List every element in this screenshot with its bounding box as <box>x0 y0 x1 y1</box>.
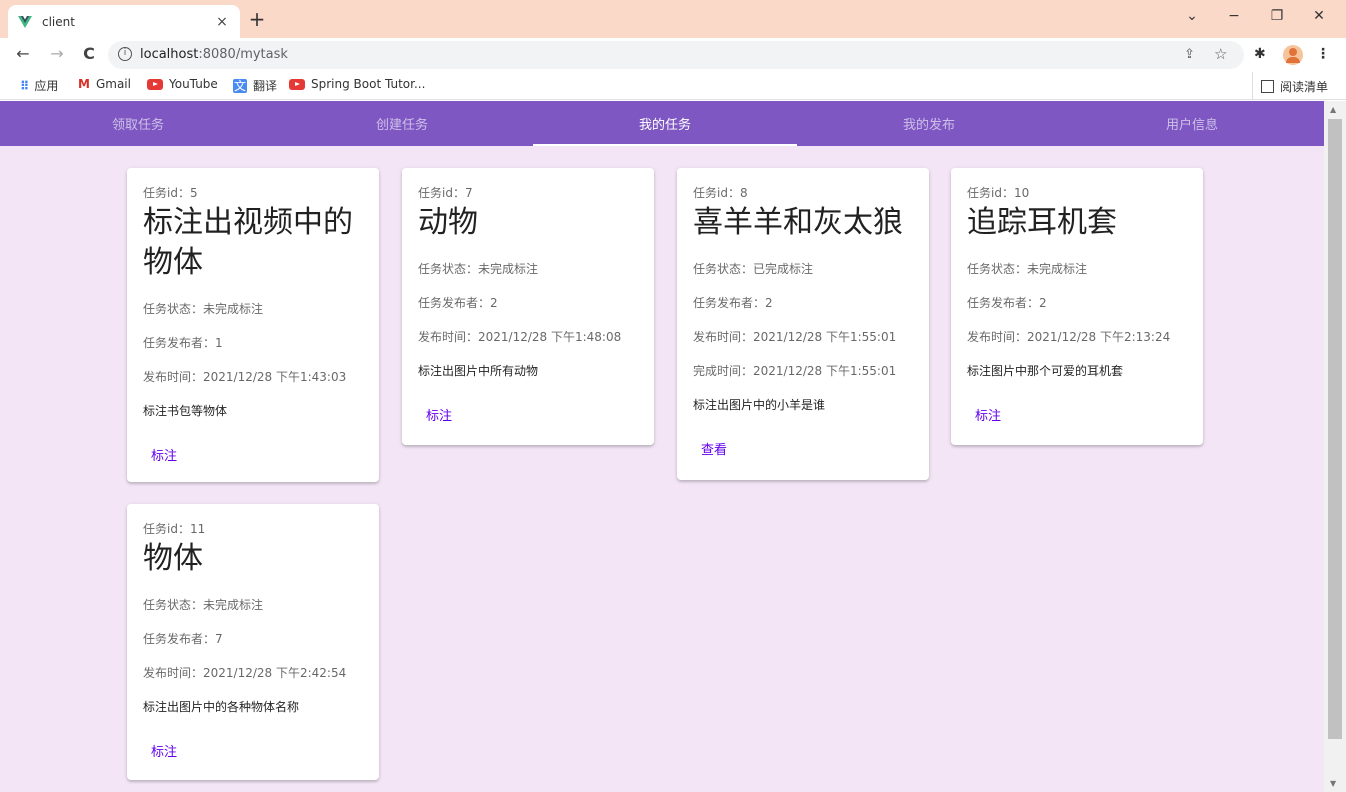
tab-create-task[interactable]: 创建任务 <box>270 101 534 146</box>
task-title: 喜羊羊和灰太狼 <box>693 205 903 240</box>
forward-button[interactable]: → <box>46 44 68 63</box>
task-description: 标注书包等物体 <box>143 404 228 418</box>
bookmark-label: 翻译 <box>253 79 278 93</box>
task-status: 任务状态：未完成标注 <box>143 302 264 316</box>
share-icon[interactable]: ⇪ <box>1184 47 1195 62</box>
task-title: 物体 <box>143 541 203 576</box>
task-card: 任务id：10 追踪耳机套 任务状态：未完成标注 任务发布者：2 发布时间：20… <box>951 168 1203 445</box>
task-status: 任务状态：未完成标注 <box>967 262 1088 276</box>
bookmarks-bar: ⠿ 应用 M Gmail YouTube 文 翻译 Spring Boot Tu… <box>0 72 1346 100</box>
bookmark-spring-boot[interactable]: Spring Boot Tutor... <box>289 77 425 91</box>
browser-tab[interactable]: client × <box>8 5 240 38</box>
extensions-icon[interactable]: ✱ <box>1254 46 1266 62</box>
vue-logo-icon <box>18 15 32 29</box>
task-publish-time: 发布时间：2021/12/28 下午1:43:03 <box>143 370 347 384</box>
youtube-icon <box>147 78 163 90</box>
back-button[interactable]: ← <box>12 44 34 63</box>
task-list: 任务id：5 标注出视频中的物体 任务状态：未完成标注 任务发布者：1 发布时间… <box>0 146 1324 792</box>
task-publisher: 任务发布者：2 <box>418 296 498 310</box>
task-publish-time: 发布时间：2021/12/28 下午1:55:01 <box>693 330 897 344</box>
annotate-button[interactable]: 标注 <box>151 741 177 760</box>
bookmark-label: 应用 <box>34 79 59 93</box>
new-tab-button[interactable]: + <box>247 9 267 29</box>
bookmark-gmail[interactable]: M Gmail <box>78 77 131 91</box>
tab-user-info[interactable]: 用户信息 <box>1060 101 1324 146</box>
tab-my-published[interactable]: 我的发布 <box>797 101 1061 146</box>
task-id: 任务id：11 <box>143 522 206 536</box>
scroll-up-icon[interactable]: ▲ <box>1330 105 1336 114</box>
task-status: 任务状态：未完成标注 <box>418 262 539 276</box>
translate-icon: 文 <box>233 78 247 93</box>
page-scrollbar[interactable]: ▲ ▼ <box>1324 101 1346 792</box>
browser-menu-icon[interactable]: ⋮ <box>1316 46 1330 62</box>
close-window-button[interactable]: ✕ <box>1307 8 1331 24</box>
task-publish-time: 发布时间：2021/12/28 下午2:42:54 <box>143 666 347 680</box>
task-publisher: 任务发布者：2 <box>693 296 773 310</box>
bookmark-label: YouTube <box>169 77 218 91</box>
tab-claim-task[interactable]: 领取任务 <box>6 101 270 146</box>
task-title: 追踪耳机套 <box>967 205 1117 240</box>
task-publisher: 任务发布者：1 <box>143 336 223 350</box>
task-title: 标注出视频中的物体 <box>143 205 353 280</box>
scroll-down-icon[interactable]: ▼ <box>1330 779 1336 788</box>
youtube-icon <box>289 78 305 90</box>
bookmark-apps[interactable]: ⠿ 应用 <box>20 77 58 94</box>
task-publish-time: 发布时间：2021/12/28 下午1:48:08 <box>418 330 622 344</box>
task-id: 任务id：7 <box>418 186 473 200</box>
task-status: 任务状态：已完成标注 <box>693 262 814 276</box>
url-host: localhost <box>140 47 199 62</box>
task-card: 任务id：7 动物 任务状态：未完成标注 任务发布者：2 发布时间：2021/1… <box>402 168 654 445</box>
tab-title: client <box>42 14 75 29</box>
minimize-button[interactable]: − <box>1222 8 1246 24</box>
task-description: 标注图片中那个可爱的耳机套 <box>967 364 1124 378</box>
url-text: localhost:8080/mytask <box>140 47 288 62</box>
task-finish-time: 完成时间：2021/12/28 下午1:55:01 <box>693 364 897 378</box>
task-card: 任务id：8 喜羊羊和灰太狼 任务状态：已完成标注 任务发布者：2 发布时间：2… <box>677 168 929 480</box>
tab-search-icon[interactable]: ⌄ <box>1180 8 1204 24</box>
task-title: 动物 <box>418 205 478 240</box>
task-id: 任务id：10 <box>967 186 1030 200</box>
browser-toolbar: ← → C i localhost:8080/mytask ⇪ ☆ ✱ ⋮ <box>0 38 1346 72</box>
url-path: :8080/mytask <box>198 47 288 62</box>
app-nav-bar: 领取任务 创建任务 我的任务 我的发布 用户信息 <box>0 101 1324 146</box>
task-description: 标注出图片中的各种物体名称 <box>143 700 300 714</box>
annotate-button[interactable]: 标注 <box>151 445 177 464</box>
annotate-button[interactable]: 标注 <box>975 405 1001 424</box>
task-card: 任务id：5 标注出视频中的物体 任务状态：未完成标注 任务发布者：1 发布时间… <box>127 168 379 482</box>
gmail-icon: M <box>78 77 90 91</box>
bookmark-star-icon[interactable]: ☆ <box>1214 45 1227 63</box>
scroll-thumb[interactable] <box>1328 119 1342 739</box>
task-id: 任务id：8 <box>693 186 748 200</box>
restore-button[interactable]: ❐ <box>1265 8 1289 24</box>
task-id: 任务id：5 <box>143 186 198 200</box>
bookmark-youtube[interactable]: YouTube <box>147 77 218 91</box>
bookmark-label: Gmail <box>95 77 131 91</box>
task-description: 标注出图片中的小羊是谁 <box>693 398 826 412</box>
task-publisher: 任务发布者：2 <box>967 296 1047 310</box>
reading-list-icon <box>1261 79 1274 93</box>
tab-close-icon[interactable]: × <box>214 14 230 30</box>
profile-avatar-icon[interactable] <box>1283 45 1303 65</box>
view-button[interactable]: 查看 <box>701 439 727 458</box>
reading-list-button[interactable]: 阅读清单 <box>1252 72 1328 100</box>
task-publisher: 任务发布者：7 <box>143 632 223 646</box>
task-description: 标注出图片中所有动物 <box>418 364 539 378</box>
task-status: 任务状态：未完成标注 <box>143 598 264 612</box>
reload-button[interactable]: C <box>78 44 100 63</box>
site-info-icon[interactable]: i <box>118 47 132 61</box>
apps-icon: ⠿ <box>20 78 29 93</box>
annotate-button[interactable]: 标注 <box>426 405 452 424</box>
reading-list-label: 阅读清单 <box>1280 79 1329 94</box>
bookmark-translate[interactable]: 文 翻译 <box>233 77 277 94</box>
task-publish-time: 发布时间：2021/12/28 下午2:13:24 <box>967 330 1171 344</box>
task-card: 任务id：11 物体 任务状态：未完成标注 任务发布者：7 发布时间：2021/… <box>127 504 379 780</box>
address-bar[interactable]: i localhost:8080/mytask ⇪ ☆ <box>108 41 1244 69</box>
bookmark-label: Spring Boot Tutor... <box>311 77 426 91</box>
browser-tab-strip: client × + ⌄ − ❐ ✕ <box>0 0 1346 38</box>
tab-my-tasks[interactable]: 我的任务 <box>533 101 797 146</box>
